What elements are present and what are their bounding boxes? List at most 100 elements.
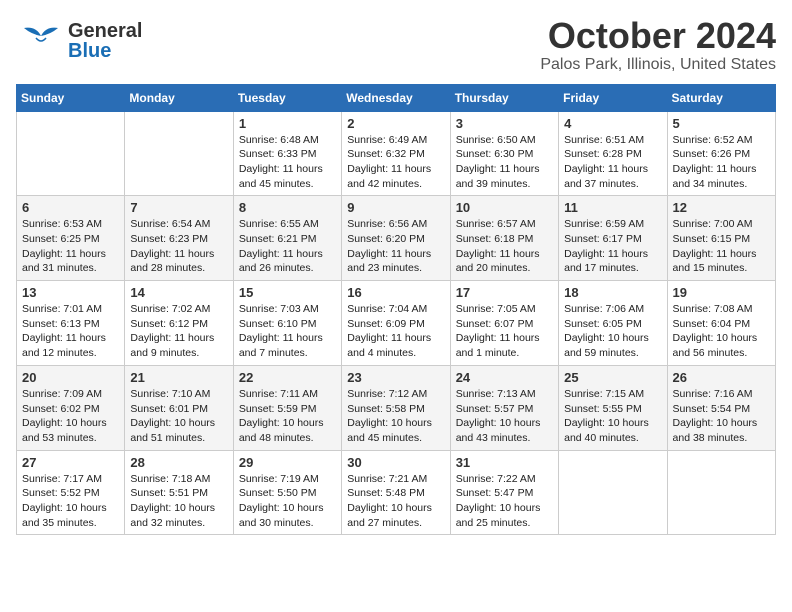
day-number: 25 [564, 370, 661, 385]
day-number: 2 [347, 116, 444, 131]
calendar-cell: 2Sunrise: 6:49 AM Sunset: 6:32 PM Daylig… [342, 111, 450, 196]
day-number: 31 [456, 455, 553, 470]
day-info: Sunrise: 7:17 AM Sunset: 5:52 PM Dayligh… [22, 472, 119, 531]
day-number: 21 [130, 370, 227, 385]
day-info: Sunrise: 6:48 AM Sunset: 6:33 PM Dayligh… [239, 133, 336, 192]
calendar-cell: 16 Sunrise: 7:04 AM Sunset: 6:09 PM Dayli… [342, 281, 450, 366]
day-info: Sunrise: 7:04 AM Sunset: 6:09 PM Dayligh… [347, 302, 444, 361]
day-number: 4 [564, 116, 661, 131]
day-number: 27 [22, 455, 119, 470]
calendar-cell: 18 Sunrise: 7:06 AM Sunset: 6:05 PM Dayli… [559, 281, 667, 366]
day-number: 9 [347, 200, 444, 215]
day-info: Sunrise: 6:53 AM Sunset: 6:25 PM Dayligh… [22, 217, 119, 276]
calendar-cell: 29Sunrise: 7:19 AM Sunset: 5:50 PM Dayli… [233, 450, 341, 535]
day-number: 24 [456, 370, 553, 385]
calendar-week-row: 27 Sunrise: 7:17 AM Sunset: 5:52 PM Dayli… [17, 450, 776, 535]
day-info: Sunrise: 7:18 AM Sunset: 5:51 PM Dayligh… [130, 472, 227, 531]
day-number: 28 [130, 455, 227, 470]
day-number: 7 [130, 200, 227, 215]
logo-blue: Blue [68, 41, 142, 61]
calendar-cell: 9Sunrise: 6:56 AM Sunset: 6:20 PM Daylig… [342, 196, 450, 281]
calendar-cell: 12 Sunrise: 7:00 AM Sunset: 6:15 PM Dayli… [667, 196, 775, 281]
calendar-cell: 15 Sunrise: 7:03 AM Sunset: 6:10 PM Dayli… [233, 281, 341, 366]
day-number: 12 [673, 200, 770, 215]
title-area: October 2024 Palos Park, Illinois, Unite… [540, 16, 776, 74]
day-number: 23 [347, 370, 444, 385]
day-number: 17 [456, 285, 553, 300]
day-header-saturday: Saturday [667, 84, 775, 111]
day-number: 16 [347, 285, 444, 300]
day-number: 30 [347, 455, 444, 470]
logo-text: General Blue [68, 21, 142, 61]
logo-bird-icon [16, 16, 66, 66]
day-header-wednesday: Wednesday [342, 84, 450, 111]
day-info: Sunrise: 7:12 AM Sunset: 5:58 PM Dayligh… [347, 387, 444, 446]
day-info: Sunrise: 7:05 AM Sunset: 6:07 PM Dayligh… [456, 302, 553, 361]
day-info: Sunrise: 7:22 AM Sunset: 5:47 PM Dayligh… [456, 472, 553, 531]
day-info: Sunrise: 7:03 AM Sunset: 6:10 PM Dayligh… [239, 302, 336, 361]
calendar-cell: 31 Sunrise: 7:22 AM Sunset: 5:47 PM Dayli… [450, 450, 558, 535]
day-info: Sunrise: 7:21 AM Sunset: 5:48 PM Dayligh… [347, 472, 444, 531]
day-header-thursday: Thursday [450, 84, 558, 111]
day-number: 14 [130, 285, 227, 300]
day-info: Sunrise: 7:09 AM Sunset: 6:02 PM Dayligh… [22, 387, 119, 446]
day-header-friday: Friday [559, 84, 667, 111]
logo-general: General [68, 21, 142, 41]
day-info: Sunrise: 7:08 AM Sunset: 6:04 PM Dayligh… [673, 302, 770, 361]
calendar-cell: 25Sunrise: 7:15 AM Sunset: 5:55 PM Dayli… [559, 365, 667, 450]
calendar-cell: 1Sunrise: 6:48 AM Sunset: 6:33 PM Daylig… [233, 111, 341, 196]
calendar-cell: 24Sunrise: 7:13 AM Sunset: 5:57 PM Dayli… [450, 365, 558, 450]
day-number: 19 [673, 285, 770, 300]
calendar-cell: 5Sunrise: 6:52 AM Sunset: 6:26 PM Daylig… [667, 111, 775, 196]
calendar-week-row: 20Sunrise: 7:09 AM Sunset: 6:02 PM Dayli… [17, 365, 776, 450]
calendar-cell: 21 Sunrise: 7:10 AM Sunset: 6:01 PM Dayli… [125, 365, 233, 450]
calendar-table: SundayMondayTuesdayWednesdayThursdayFrid… [16, 84, 776, 536]
calendar-week-row: 6Sunrise: 6:53 AM Sunset: 6:25 PM Daylig… [17, 196, 776, 281]
calendar-cell: 13 Sunrise: 7:01 AM Sunset: 6:13 PM Dayli… [17, 281, 125, 366]
calendar-cell: 11 Sunrise: 6:59 AM Sunset: 6:17 PM Dayli… [559, 196, 667, 281]
calendar-cell: 4Sunrise: 6:51 AM Sunset: 6:28 PM Daylig… [559, 111, 667, 196]
day-number: 8 [239, 200, 336, 215]
page-header: General Blue October 2024 Palos Park, Il… [16, 16, 776, 74]
calendar-week-row: 1Sunrise: 6:48 AM Sunset: 6:33 PM Daylig… [17, 111, 776, 196]
calendar-cell [667, 450, 775, 535]
location-title: Palos Park, Illinois, United States [540, 56, 776, 74]
day-info: Sunrise: 7:16 AM Sunset: 5:54 PM Dayligh… [673, 387, 770, 446]
day-info: Sunrise: 7:10 AM Sunset: 6:01 PM Dayligh… [130, 387, 227, 446]
calendar-cell: 14Sunrise: 7:02 AM Sunset: 6:12 PM Dayli… [125, 281, 233, 366]
calendar-cell: 22 Sunrise: 7:11 AM Sunset: 5:59 PM Dayli… [233, 365, 341, 450]
day-number: 22 [239, 370, 336, 385]
day-number: 3 [456, 116, 553, 131]
day-header-monday: Monday [125, 84, 233, 111]
day-info: Sunrise: 7:06 AM Sunset: 6:05 PM Dayligh… [564, 302, 661, 361]
day-info: Sunrise: 6:52 AM Sunset: 6:26 PM Dayligh… [673, 133, 770, 192]
calendar-cell: 8Sunrise: 6:55 AM Sunset: 6:21 PM Daylig… [233, 196, 341, 281]
day-number: 11 [564, 200, 661, 215]
calendar-cell: 27 Sunrise: 7:17 AM Sunset: 5:52 PM Dayli… [17, 450, 125, 535]
calendar-cell: 30 Sunrise: 7:21 AM Sunset: 5:48 PM Dayli… [342, 450, 450, 535]
day-info: Sunrise: 7:19 AM Sunset: 5:50 PM Dayligh… [239, 472, 336, 531]
calendar-cell: 6Sunrise: 6:53 AM Sunset: 6:25 PM Daylig… [17, 196, 125, 281]
calendar-cell: 10Sunrise: 6:57 AM Sunset: 6:18 PM Dayli… [450, 196, 558, 281]
calendar-cell [559, 450, 667, 535]
calendar-cell: 19 Sunrise: 7:08 AM Sunset: 6:04 PM Dayli… [667, 281, 775, 366]
day-number: 13 [22, 285, 119, 300]
day-info: Sunrise: 7:11 AM Sunset: 5:59 PM Dayligh… [239, 387, 336, 446]
day-info: Sunrise: 6:59 AM Sunset: 6:17 PM Dayligh… [564, 217, 661, 276]
calendar-cell: 23 Sunrise: 7:12 AM Sunset: 5:58 PM Dayli… [342, 365, 450, 450]
day-info: Sunrise: 7:01 AM Sunset: 6:13 PM Dayligh… [22, 302, 119, 361]
day-number: 18 [564, 285, 661, 300]
day-number: 15 [239, 285, 336, 300]
calendar-cell: 7 Sunrise: 6:54 AM Sunset: 6:23 PM Daylig… [125, 196, 233, 281]
calendar-cell: 17 Sunrise: 7:05 AM Sunset: 6:07 PM Dayli… [450, 281, 558, 366]
calendar-cell: 3Sunrise: 6:50 AM Sunset: 6:30 PM Daylig… [450, 111, 558, 196]
day-info: Sunrise: 6:54 AM Sunset: 6:23 PM Dayligh… [130, 217, 227, 276]
calendar-week-row: 13 Sunrise: 7:01 AM Sunset: 6:13 PM Dayli… [17, 281, 776, 366]
calendar-cell [125, 111, 233, 196]
day-info: Sunrise: 7:00 AM Sunset: 6:15 PM Dayligh… [673, 217, 770, 276]
day-number: 26 [673, 370, 770, 385]
day-header-sunday: Sunday [17, 84, 125, 111]
calendar-cell: 28 Sunrise: 7:18 AM Sunset: 5:51 PM Dayli… [125, 450, 233, 535]
day-header-tuesday: Tuesday [233, 84, 341, 111]
calendar-cell [17, 111, 125, 196]
